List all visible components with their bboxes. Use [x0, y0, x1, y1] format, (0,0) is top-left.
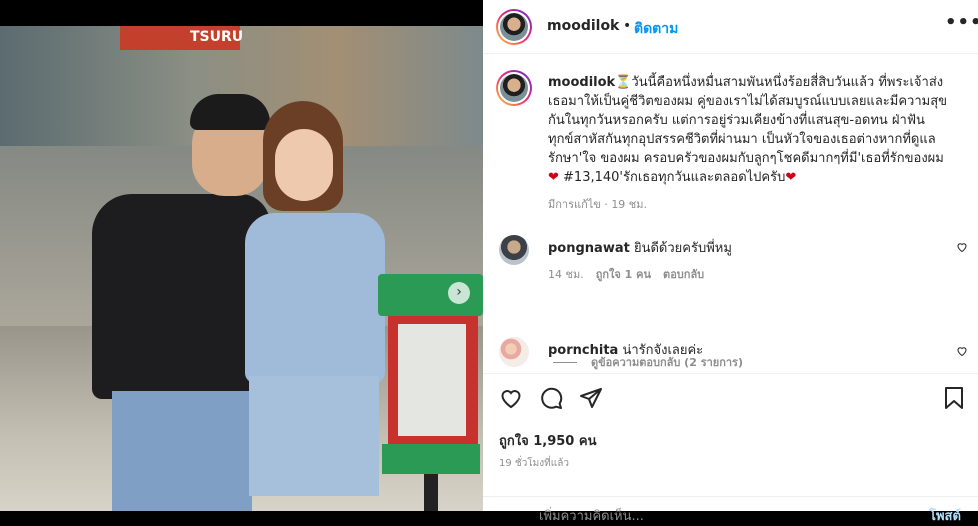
comment-item: pornchita น่ารักจังเลยค่ะ: [483, 333, 978, 373]
share-paper-plane-icon[interactable]: [579, 386, 605, 412]
comment-body: pornchita น่ารักจังเลยค่ะ: [548, 339, 703, 360]
avatar[interactable]: [499, 235, 529, 265]
post-comment-button[interactable]: โพสต์: [929, 505, 961, 526]
modal-backdrop[interactable]: [0, 0, 483, 26]
photo-man: [92, 94, 270, 511]
like-heart-icon[interactable]: [499, 386, 525, 412]
caption-age: 19 ชม.: [611, 198, 648, 211]
comment-age: 14 ชม.: [548, 268, 584, 281]
caption-text: moodilok⏳วันนี้คือหนึ่งหมื่นสามพันหนึ่งร…: [548, 73, 948, 187]
caption-meta: มีการแก้ไข · 19 ชม.: [548, 195, 647, 213]
heart-emoji: ❤: [785, 170, 797, 185]
comment-likes[interactable]: ถูกใจ 1 คน: [596, 265, 651, 283]
add-comment-bar: เพิ่มความคิดเห็น... โพสต์: [483, 496, 978, 524]
caption-avatar[interactable]: [496, 70, 532, 106]
comment-body: pongnawat ยินดีด้วยครับพี่หมู: [548, 237, 732, 258]
comment-text: น่ารักจังเลยค่ะ: [622, 343, 704, 358]
like-comment-heart-icon[interactable]: [956, 345, 968, 360]
follow-button[interactable]: ติดตาม: [634, 18, 678, 40]
photo-lantern: [378, 244, 483, 511]
meta-dot: ·: [600, 198, 612, 211]
likes-count[interactable]: ถูกใจ 1,950 คน: [499, 430, 596, 451]
more-options-icon[interactable]: •••: [945, 12, 978, 33]
hourglass-emoji: ⏳: [615, 75, 632, 90]
post-photo[interactable]: TSURU ›: [0, 26, 483, 511]
post-header: moodilok • ติดตาม •••: [483, 0, 978, 54]
comment-item: pongnawat ยินดีด้วยครับพี่หมู 14 ชม. ถูก…: [483, 231, 978, 301]
comment-username[interactable]: pornchita: [548, 343, 618, 358]
caption-username[interactable]: moodilok: [548, 75, 615, 90]
comment-text: ยินดีด้วยครับพี่หมู: [633, 241, 732, 256]
comment-bubble-icon[interactable]: [539, 386, 565, 412]
comment-meta: 14 ชม. ถูกใจ 1 คน ตอบกลับ: [548, 265, 704, 283]
like-comment-heart-icon[interactable]: [956, 241, 968, 256]
post-time[interactable]: 19 ชั่วโมงที่แล้ว: [499, 456, 569, 471]
avatar[interactable]: [499, 337, 529, 367]
header-username[interactable]: moodilok: [547, 18, 619, 34]
comment-input[interactable]: เพิ่มความคิดเห็น...: [539, 505, 644, 526]
save-bookmark-icon[interactable]: [943, 386, 969, 412]
caption-hashtag[interactable]: #13,140'รักเธอทุกวันและตลอดไปครับ: [559, 170, 785, 185]
next-image-button[interactable]: ›: [448, 282, 470, 304]
post-modal: TSURU › moodilok • ติดตาม •••: [0, 0, 978, 524]
post-side-panel: moodilok • ติดตาม ••• moodilok⏳วันนี้คือ…: [483, 0, 978, 524]
header-separator: •: [623, 18, 632, 34]
post-actions: ถูกใจ 1,950 คน 19 ชั่วโมงที่แล้ว เพิ่มคว…: [483, 373, 978, 524]
comment-username[interactable]: pongnawat: [548, 241, 630, 256]
heart-emoji: ❤: [548, 170, 559, 185]
store-sign: TSURU: [120, 26, 243, 50]
avatar[interactable]: [496, 9, 532, 45]
edited-label: มีการแก้ไข: [548, 198, 601, 211]
comments-scroll-area[interactable]: moodilok⏳วันนี้คือหนึ่งหมื่นสามพันหนึ่งร…: [483, 55, 978, 373]
reply-button[interactable]: ตอบกลับ: [663, 265, 704, 283]
